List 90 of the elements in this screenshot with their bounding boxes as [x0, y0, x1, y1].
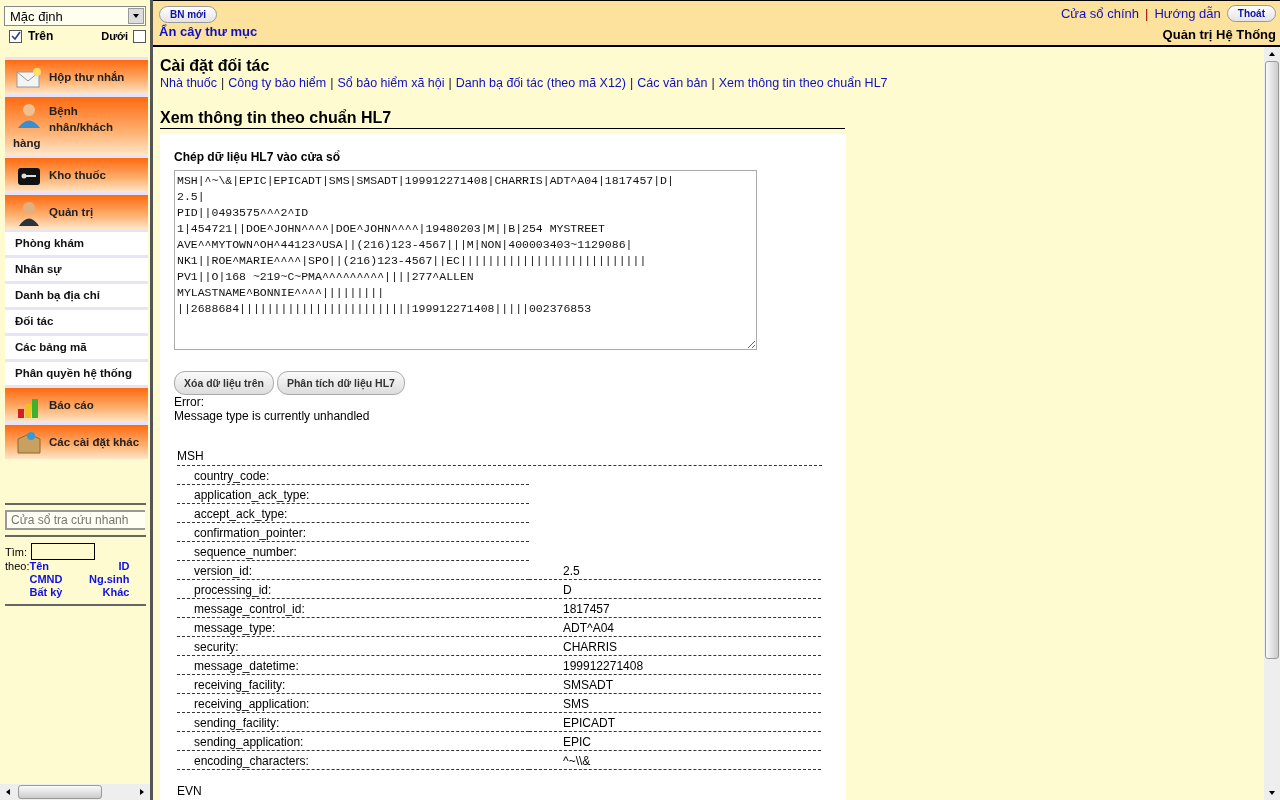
- action-button[interactable]: Xóa dữ liệu trên: [174, 371, 274, 395]
- field-name: message_type:: [177, 621, 529, 637]
- vertical-scrollbar[interactable]: [1264, 47, 1280, 800]
- field-name: encoding_characters:: [177, 754, 529, 770]
- header-link[interactable]: Cửa sổ chính: [1060, 6, 1139, 21]
- field-value: EPICADT: [529, 716, 821, 732]
- field-name: sequence_number:: [177, 545, 529, 561]
- menu-item[interactable]: Phòng khám: [5, 229, 148, 255]
- action-button[interactable]: Phân tích dữ liệu HL7: [276, 371, 405, 395]
- search-by-label: theo:: [5, 560, 30, 574]
- search-by-link[interactable]: ID: [89, 560, 130, 572]
- checkbox[interactable]: [9, 29, 22, 43]
- menu-item[interactable]: Nhân sự: [5, 255, 148, 281]
- nav-link[interactable]: Xem thông tin theo chuẩn HL7: [718, 76, 888, 90]
- field-name: application_ack_type:: [177, 488, 529, 504]
- separator: |: [221, 76, 225, 90]
- segment-name: MSH: [177, 449, 822, 466]
- menu-item[interactable]: Các bảng mã: [5, 333, 148, 359]
- menu-header[interactable]: Kho thuốc: [5, 155, 148, 192]
- nav-link[interactable]: Nhà thuốc: [160, 76, 217, 90]
- scroll-left-icon[interactable]: [4, 788, 12, 796]
- nav-link[interactable]: Danh bạ đối tác (theo mã X12): [455, 76, 626, 90]
- search-by-link[interactable]: Khác: [89, 586, 130, 598]
- scroll-down-icon[interactable]: [1268, 789, 1276, 797]
- exit-button[interactable]: Thoát: [1226, 5, 1276, 22]
- field-value: CHARRIS: [529, 640, 821, 656]
- field-value: 199912271408: [529, 659, 821, 675]
- segment-name: EVN: [177, 784, 203, 800]
- menu-item[interactable]: Phân quyền hệ thống: [5, 359, 148, 385]
- hl7-input-field[interactable]: MSH|^~\&|EPIC|EPICADT|SMS|SMSADT|199912271408|CHARRIS|ADT^A04|1817457|D| 2.5| PID||0493575^^^2^ID 1|454721||DOE^JOHN^^^^|DOE^JOHN^^^^|19480203|M||B|254 MYSTREET AVE^^MYTOWN^OH^44123^USA||(216)123-4567|||M|NON|400003403~1129086| NK1||ROE^MARIE^^^^|SPO||(216)123-4567||EC||||||||||||||||||||||||||| PV1||O|168 ~219~C~PMA^^^^^^^^^||||277^ALLEN MYLASTNAME^BONNIE^^^^||||||||| ||2688684|||||||||||||||||||||||||199912271408|||||002376853: [174, 170, 757, 350]
- header-link[interactable]: Hướng dẫn: [1154, 6, 1221, 21]
- field-name: security:: [177, 640, 529, 656]
- separator: |: [1145, 6, 1149, 21]
- nav-link[interactable]: Sổ bảo hiểm xã hội: [337, 76, 445, 90]
- find-label: Tìm:: [5, 545, 27, 558]
- field-value: 2.5: [529, 564, 821, 580]
- horizontal-scrollbar[interactable]: [0, 784, 150, 800]
- field-value: ADT^A04: [529, 621, 821, 637]
- search-by-link[interactable]: Tên: [29, 560, 50, 572]
- separator: |: [448, 76, 452, 90]
- quick-search-field[interactable]: Cửa sổ tra cứu nhanh: [5, 510, 145, 530]
- menu-header[interactable]: Báo cáo: [5, 385, 148, 422]
- nav-link[interactable]: Công ty bảo hiểm: [228, 76, 327, 90]
- new-patient-button[interactable]: BN mới: [159, 6, 217, 23]
- separator: |: [630, 76, 634, 90]
- separator: |: [711, 76, 715, 90]
- menu-header[interactable]: Các cài đặt khác: [5, 422, 148, 459]
- field-name: processing_id:: [177, 583, 529, 599]
- field-value: SMS: [529, 697, 821, 713]
- field-value: ^~\\&: [529, 754, 821, 770]
- field-name: version_id:: [177, 564, 529, 580]
- checkbox[interactable]: [133, 29, 146, 43]
- user-name: Quản trị Hệ Thống: [1162, 27, 1276, 42]
- separator: |: [330, 76, 334, 90]
- find-field[interactable]: [31, 543, 95, 560]
- field-value: EPIC: [529, 735, 821, 751]
- person-icon: [15, 101, 43, 129]
- field-name: accept_ack_type:: [177, 507, 529, 523]
- field-name: country_code:: [177, 469, 529, 485]
- field-name: receiving_application:: [177, 697, 529, 713]
- field-name: message_datetime:: [177, 659, 529, 675]
- field-value: SMSADT: [529, 678, 821, 694]
- menu-header[interactable]: Bệnh nhân/khách hàng: [5, 94, 148, 155]
- field-name: message_control_id:: [177, 602, 529, 618]
- profile-select[interactable]: Mặc định: [4, 6, 146, 26]
- input-label: Chép dữ liệu HL7 vào cửa sổ: [174, 150, 342, 164]
- search-by-link[interactable]: Bất kỳ: [29, 586, 90, 598]
- page-title: Cài đặt đối tác: [160, 57, 271, 75]
- checkbox-label: Dưới: [101, 30, 128, 42]
- field-name: receiving_facility:: [177, 678, 529, 694]
- menu-header[interactable]: Quản trị: [5, 192, 148, 229]
- search-by-link[interactable]: CMND: [29, 573, 90, 585]
- field-value: 1817457: [529, 602, 821, 618]
- scroll-right-icon[interactable]: [138, 788, 146, 796]
- section-title: Xem thông tin theo chuẩn HL7: [160, 109, 845, 129]
- nav-link[interactable]: Các văn bản: [637, 76, 708, 90]
- scroll-up-icon[interactable]: [1268, 50, 1276, 58]
- hide-tree-link[interactable]: Ẩn cây thư mục: [159, 24, 258, 39]
- box-icon: [15, 429, 43, 457]
- field-value: D: [529, 583, 821, 599]
- checkbox-label: Trên: [28, 29, 54, 43]
- menu-header[interactable]: Hộp thư nhắn: [5, 57, 148, 94]
- menu-item[interactable]: Danh bạ địa chỉ: [5, 281, 148, 307]
- field-name: sending_facility:: [177, 716, 529, 732]
- field-name: sending_application:: [177, 735, 529, 751]
- error-message: Message type is currently unhandled: [174, 409, 371, 423]
- field-name: confirmation_pointer:: [177, 526, 529, 542]
- search-by-link[interactable]: Ng.sinh: [89, 573, 130, 585]
- menu-item[interactable]: Đối tác: [5, 307, 148, 333]
- error-label: Error:: [174, 395, 205, 409]
